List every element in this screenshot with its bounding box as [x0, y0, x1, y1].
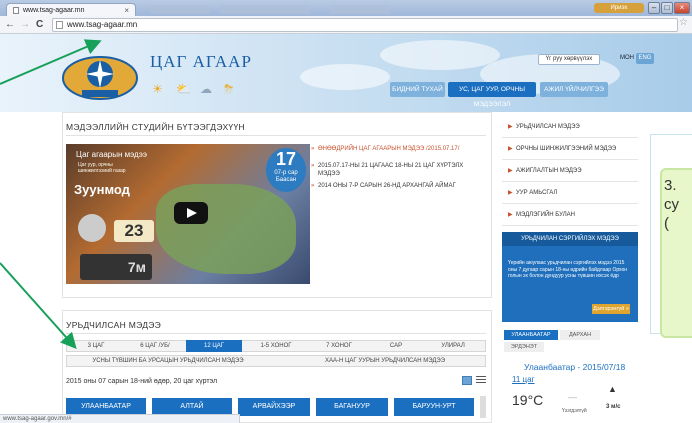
browser-status-bar: www.tsag-agaar.gov.mn/#: [0, 414, 240, 423]
screenshot-root: www.tsag-agaar.mn × Ириэх – □ × ← → C ww…: [0, 0, 692, 423]
arrow-to-url: [0, 39, 102, 85]
annotation-arrows: [0, 39, 102, 349]
arrow-to-forecast: [0, 262, 77, 349]
